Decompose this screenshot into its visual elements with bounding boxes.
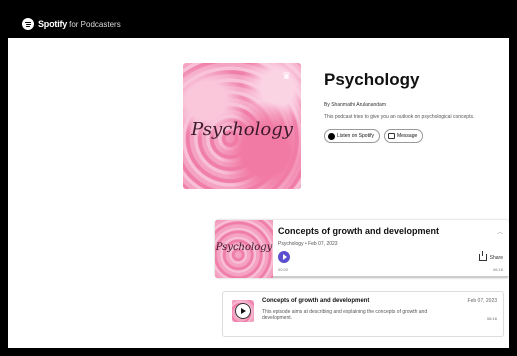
episode-list-item[interactable]: Concepts of growth and development Feb 0… (222, 291, 504, 337)
message-button[interactable]: Message (383, 129, 424, 143)
episode-cover: Psychology (215, 220, 273, 278)
top-bar: Spotify for Podcasters (8, 10, 509, 38)
play-icon[interactable] (235, 303, 251, 319)
brand-name: Spotify (38, 19, 68, 29)
episode-player: Psychology Concepts of growth and develo… (215, 220, 509, 278)
time-elapsed: 00:00 (278, 267, 289, 272)
episode-description: This episode aims at describing and expl… (262, 309, 428, 321)
brand-logo[interactable]: Spotify for Podcasters (22, 18, 121, 30)
play-button[interactable] (278, 251, 290, 263)
podcast-mark-icon: ♛ (282, 71, 291, 82)
app-window: Spotify for Podcasters Psychology ♛ Psyc… (8, 10, 509, 348)
cover-title: Psychology (191, 119, 293, 140)
player-episode-meta: Psychology • Feb 07, 2023 (278, 241, 338, 247)
share-label: Share (489, 254, 503, 261)
time-total: 06:16 (492, 267, 503, 272)
episode-cover-title: Psychology (215, 242, 273, 253)
episode-thumbnail (232, 300, 254, 322)
message-label: Message (396, 133, 418, 139)
progress-bar[interactable] (273, 276, 509, 278)
brand-subtitle: for Podcasters (69, 19, 121, 29)
episode-date: Feb 07, 2023 (467, 298, 497, 304)
listen-on-spotify-button[interactable]: Listen on Spotify (324, 129, 380, 143)
spotify-icon (328, 132, 335, 140)
chevron-up-icon[interactable]: ︿ (497, 227, 503, 236)
episode-title[interactable]: Concepts of growth and development (262, 298, 369, 304)
listen-label: Listen on Spotify (337, 133, 374, 139)
share-icon (478, 251, 487, 261)
podcast-cover: Psychology ♛ (183, 63, 301, 189)
show-actions: Listen on Spotify Message (324, 129, 424, 143)
player-episode-title[interactable]: Concepts of growth and development (278, 226, 439, 236)
share-button[interactable]: Share (478, 251, 503, 261)
episode-duration: 06:16 (486, 316, 497, 321)
spotify-logo-icon (22, 18, 34, 30)
show-description: This podcast tries to give you an outloo… (324, 114, 475, 120)
show-author: By Shanmathi Arulanandam (324, 102, 386, 108)
message-icon (387, 133, 395, 139)
show-title: Psychology (324, 70, 420, 89)
